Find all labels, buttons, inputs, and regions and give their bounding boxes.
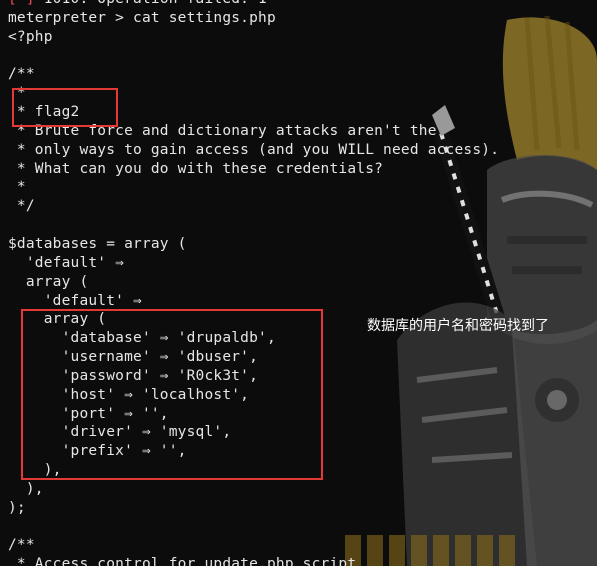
terminal-line: /** xyxy=(8,537,35,554)
annotation-text: 数据库的用户名和密码找到了 xyxy=(367,318,549,334)
terminal-line: 'default' ⇒ xyxy=(8,254,125,271)
credentials-highlight-box xyxy=(21,309,323,480)
terminal-window[interactable]: [-] 1010: Operation failed: 1 meterprete… xyxy=(0,0,597,566)
terminal-line: ), xyxy=(8,480,44,497)
terminal-line: * Access control for update.php script xyxy=(8,556,357,566)
terminal-line: 'default' ⇒ xyxy=(8,292,142,309)
terminal-line: $databases = array ( xyxy=(8,235,187,252)
error-prefix: [-] xyxy=(8,0,35,7)
terminal-line: meterpreter > cat settings.php xyxy=(8,9,276,26)
terminal-line: /** xyxy=(8,66,35,83)
terminal-line: ); xyxy=(8,499,26,516)
terminal-line: <?php xyxy=(8,28,53,45)
terminal-line: * only ways to gain access (and you WILL… xyxy=(8,141,500,158)
terminal-line: * xyxy=(8,179,26,196)
terminal-line: [-] 1010: Operation failed: 1 xyxy=(8,0,499,9)
terminal-line: * What can you do with these credentials… xyxy=(8,160,384,177)
terminal-output: [-] 1010: Operation failed: 1 meterprete… xyxy=(8,0,499,566)
terminal-line: array ( xyxy=(8,273,89,290)
terminal-line: */ xyxy=(8,198,35,215)
flag-highlight-box xyxy=(12,88,118,127)
